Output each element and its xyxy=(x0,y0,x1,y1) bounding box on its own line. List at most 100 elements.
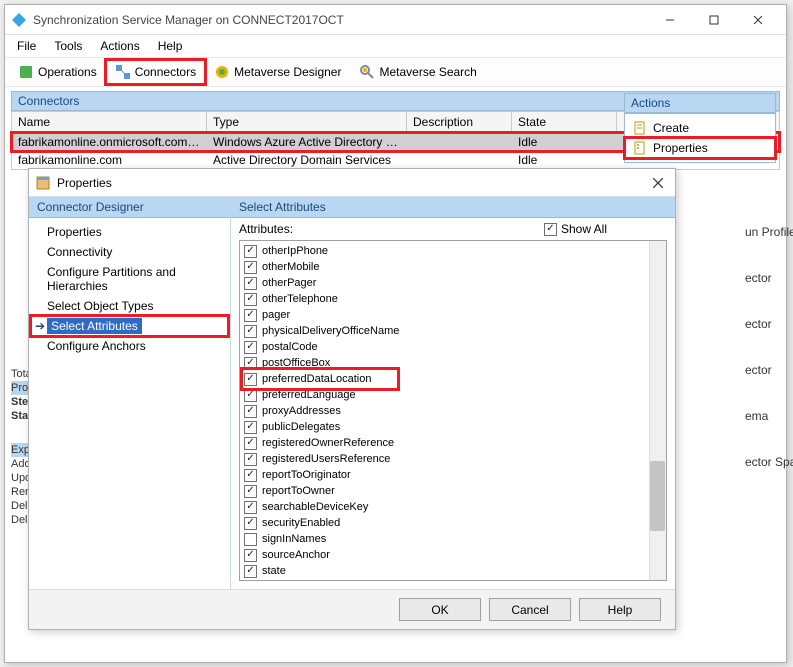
attribute-label: publicDelegates xyxy=(262,421,340,433)
properties-icon xyxy=(633,141,647,155)
attribute-row[interactable]: registeredOwnerReference xyxy=(242,435,647,451)
attribute-row[interactable]: securityEnabled xyxy=(242,515,647,531)
connectors-button[interactable]: Connectors xyxy=(106,60,205,84)
dialog-titlebar[interactable]: Properties xyxy=(29,169,675,197)
col-desc[interactable]: Description xyxy=(407,112,512,132)
attribute-label: pager xyxy=(262,309,290,321)
attribute-row[interactable]: sourceAnchor xyxy=(242,547,647,563)
attribute-row[interactable]: reportToOriginator xyxy=(242,467,647,483)
scroll-thumb[interactable] xyxy=(650,461,665,531)
dialog-close-button[interactable] xyxy=(647,172,669,194)
attribute-row[interactable]: preferredLanguage xyxy=(242,387,647,403)
operations-button[interactable]: Operations xyxy=(9,60,106,84)
attribute-checkbox[interactable] xyxy=(244,469,257,482)
attribute-checkbox[interactable] xyxy=(244,309,257,322)
titlebar[interactable]: Synchronization Service Manager on CONNE… xyxy=(5,5,786,35)
attribute-label: reportToOriginator xyxy=(262,469,351,481)
attribute-row[interactable]: otherPager xyxy=(242,275,647,291)
attribute-row[interactable]: postOfficeBox xyxy=(242,355,647,371)
connector-designer-head: Connector Designer xyxy=(29,197,230,218)
attribute-row[interactable]: pager xyxy=(242,307,647,323)
attribute-checkbox[interactable] xyxy=(244,405,257,418)
attribute-row[interactable]: preferredDataLocation xyxy=(242,371,647,387)
menu-file[interactable]: File xyxy=(9,37,44,55)
designer-item-configure-anchors[interactable]: Configure Anchors xyxy=(29,336,230,356)
close-button[interactable] xyxy=(736,6,780,34)
attribute-row[interactable]: signInNames xyxy=(242,531,647,547)
col-type[interactable]: Type xyxy=(207,112,407,132)
attribute-checkbox[interactable] xyxy=(244,437,257,450)
cell-name: fabrikamonline.onmicrosoft.com - AAD xyxy=(12,133,207,151)
help-button[interactable]: Help xyxy=(579,598,661,621)
attribute-checkbox[interactable] xyxy=(244,389,257,402)
dialog-title: Properties xyxy=(51,176,647,190)
attribute-row[interactable]: otherTelephone xyxy=(242,291,647,307)
action-create[interactable]: Create xyxy=(625,118,775,138)
metaverse-designer-label: Metaverse Designer xyxy=(234,65,341,79)
attribute-checkbox[interactable] xyxy=(244,453,257,466)
attribute-checkbox[interactable] xyxy=(244,565,257,578)
cell-state: Idle xyxy=(512,133,617,151)
menu-help[interactable]: Help xyxy=(150,37,191,55)
ok-button[interactable]: OK xyxy=(399,598,481,621)
designer-item-select-attributes[interactable]: Select Attributes xyxy=(47,318,142,334)
menu-actions[interactable]: Actions xyxy=(92,37,147,55)
metaverse-designer-button[interactable]: Metaverse Designer xyxy=(205,60,350,84)
attributes-list[interactable]: otherIpPhone otherMobile otherPager otherTe… xyxy=(239,240,667,581)
attribute-label: preferredDataLocation xyxy=(262,373,371,385)
attribute-checkbox[interactable] xyxy=(244,501,257,514)
attribute-checkbox[interactable] xyxy=(244,373,257,386)
connectors-label: Connectors xyxy=(135,65,196,79)
show-all-checkbox[interactable] xyxy=(544,223,557,236)
col-state[interactable]: State xyxy=(512,112,617,132)
attribute-checkbox[interactable] xyxy=(244,245,257,258)
create-icon xyxy=(633,121,647,135)
menu-tools[interactable]: Tools xyxy=(46,37,90,55)
attribute-row[interactable]: physicalDeliveryOfficeName xyxy=(242,323,647,339)
attribute-label: sourceAnchor xyxy=(262,549,330,561)
cell-desc xyxy=(407,151,512,169)
attribute-checkbox[interactable] xyxy=(244,293,257,306)
designer-item-object-types[interactable]: Select Object Types xyxy=(29,296,230,316)
designer-item-connectivity[interactable]: Connectivity xyxy=(29,242,230,262)
attribute-row[interactable]: otherMobile xyxy=(242,259,647,275)
attribute-checkbox[interactable] xyxy=(244,357,257,370)
cancel-button[interactable]: Cancel xyxy=(489,598,571,621)
attribute-checkbox[interactable] xyxy=(244,533,257,546)
attribute-row[interactable]: reportToOwner xyxy=(242,483,647,499)
minimize-button[interactable] xyxy=(648,6,692,34)
attribute-row[interactable]: postalCode xyxy=(242,339,647,355)
attribute-row[interactable]: publicDelegates xyxy=(242,419,647,435)
attribute-checkbox[interactable] xyxy=(244,277,257,290)
designer-item-properties[interactable]: Properties xyxy=(29,222,230,242)
operations-icon xyxy=(18,64,34,80)
attribute-label: otherPager xyxy=(262,277,316,289)
menubar: File Tools Actions Help xyxy=(5,35,786,57)
window-title: Synchronization Service Manager on CONNE… xyxy=(33,13,648,27)
attribute-row[interactable]: registeredUsersReference xyxy=(242,451,647,467)
attribute-checkbox[interactable] xyxy=(244,341,257,354)
attribute-checkbox[interactable] xyxy=(244,421,257,434)
attribute-checkbox[interactable] xyxy=(244,325,257,338)
cell-type: Windows Azure Active Directory (Micr... xyxy=(207,133,407,151)
attribute-label: otherIpPhone xyxy=(262,245,328,257)
col-name[interactable]: Name xyxy=(12,112,207,132)
attribute-label: reportToOwner xyxy=(262,485,335,497)
attribute-row[interactable]: proxyAddresses xyxy=(242,403,647,419)
attribute-checkbox[interactable] xyxy=(244,517,257,530)
scrollbar[interactable] xyxy=(649,241,666,580)
attribute-row[interactable]: state xyxy=(242,563,647,579)
designer-item-partitions[interactable]: Configure Partitions and Hierarchies xyxy=(29,262,230,296)
metaverse-search-button[interactable]: Metaverse Search xyxy=(350,60,485,84)
attribute-checkbox[interactable] xyxy=(244,261,257,274)
attribute-label: signInNames xyxy=(262,533,326,545)
attribute-row[interactable]: searchableDeviceKey xyxy=(242,499,647,515)
attribute-row[interactable]: otherIpPhone xyxy=(242,243,647,259)
action-properties[interactable]: Properties xyxy=(625,138,775,158)
hidden-actions: un Profiles ector ector ector ema ector … xyxy=(745,215,787,491)
attribute-checkbox[interactable] xyxy=(244,549,257,562)
attribute-label: postalCode xyxy=(262,341,318,353)
attribute-checkbox[interactable] xyxy=(244,485,257,498)
properties-dialog: Properties Connector Designer Properties… xyxy=(28,168,676,630)
maximize-button[interactable] xyxy=(692,6,736,34)
